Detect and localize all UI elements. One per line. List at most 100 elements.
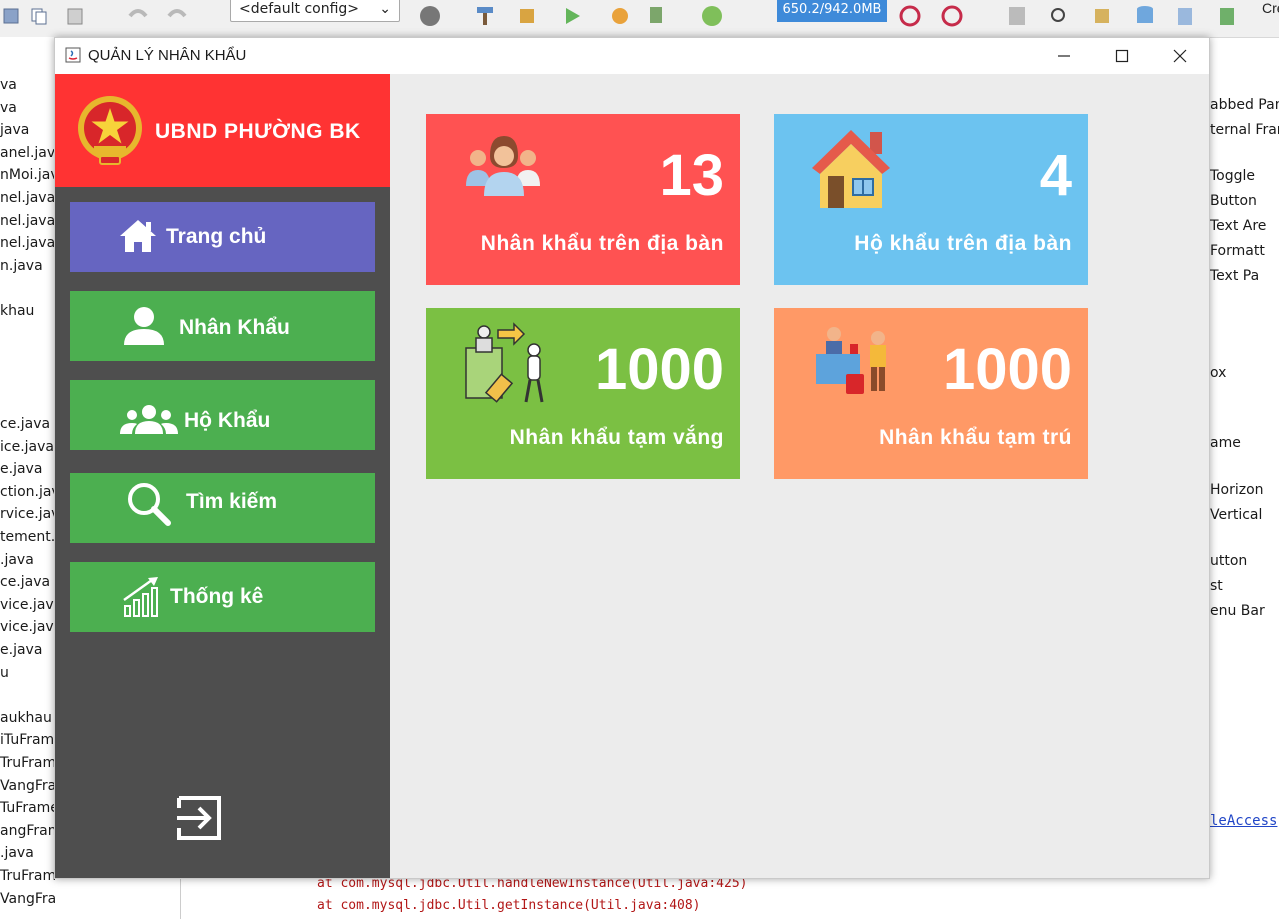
project-tree-item[interactable]: VangFrame.java: [0, 891, 56, 907]
project-tree-item[interactable]: TruFrame.java: [0, 868, 56, 884]
nav-item-statistics[interactable]: Thống kê: [70, 562, 375, 632]
project-tree-item[interactable]: angFrame: [0, 823, 56, 839]
chevron-down-icon: ⌄: [379, 1, 391, 17]
maximize-button[interactable]: [1093, 38, 1151, 74]
output-line: at com.mysql.jdbc.Util.getInstance(Util.…: [317, 898, 701, 913]
app-window: QUẢN LÝ NHÂN KHẨU UBND PHƯỜNG BK Trang c…: [54, 37, 1210, 879]
logout-icon: [177, 796, 221, 840]
project-tree-item[interactable]: nel.java: [0, 235, 55, 251]
project-tree-item[interactable]: khau: [0, 303, 34, 319]
gc-2-icon[interactable]: [940, 4, 964, 28]
project-tree-item[interactable]: ction.java: [0, 484, 56, 500]
logout-button[interactable]: [175, 794, 223, 842]
project-tree-item[interactable]: n.java: [0, 258, 43, 274]
find-icon[interactable]: [1047, 4, 1071, 28]
project-tree-item[interactable]: ice.java: [0, 439, 54, 455]
ide-palette-panel: abbed Pane ternal Fram Toggle Button Text Ar…: [1210, 85, 1279, 919]
project-tree-item[interactable]: e.java: [0, 642, 42, 658]
document-icon[interactable]: [1005, 4, 1029, 28]
nav-item-nhan-khau[interactable]: Nhân Khẩu: [70, 291, 375, 361]
project-tree-item[interactable]: iTuFram: [0, 732, 54, 748]
project-tree-item[interactable]: .java: [0, 845, 34, 861]
sidebar: UBND PHƯỜNG BK Trang chủ Nhân Khẩu Hộ Kh…: [55, 74, 390, 878]
paste-icon[interactable]: [63, 4, 87, 28]
brush-icon[interactable]: [1090, 4, 1114, 28]
palette-item[interactable]: Text Are: [1210, 218, 1266, 234]
close-button[interactable]: [1151, 38, 1209, 74]
toolbar-overflow-text: Cre: [1262, 0, 1279, 16]
project-tree-item[interactable]: java: [0, 122, 29, 138]
palette-item[interactable]: st: [1210, 578, 1223, 594]
palette-item[interactable]: ternal Fram: [1210, 122, 1279, 138]
person-icon: [122, 305, 166, 353]
stat-value: 4: [1039, 143, 1072, 208]
palette-item[interactable]: utton: [1210, 553, 1247, 569]
chart-icon: [122, 576, 166, 624]
spreadsheet-icon[interactable]: [1215, 4, 1239, 28]
palette-item[interactable]: Vertical: [1210, 507, 1262, 523]
project-tree-item[interactable]: aukhau: [0, 710, 52, 726]
project-tree-item[interactable]: nMoi.java: [0, 167, 56, 183]
palette-item[interactable]: Toggle: [1210, 168, 1255, 184]
project-tree-item[interactable]: .java: [0, 552, 34, 568]
palette-item[interactable]: Text Pa: [1210, 268, 1259, 284]
palette-item[interactable]: ame: [1210, 435, 1241, 451]
palette-item[interactable]: Horizon: [1210, 482, 1264, 498]
undo-icon[interactable]: [126, 4, 150, 28]
output-link[interactable]: leAccess: [1210, 813, 1277, 829]
project-tree-item[interactable]: e.java: [0, 461, 42, 477]
stat-card-households[interactable]: 4 Hộ khẩu trên địa bàn: [774, 114, 1088, 285]
minimize-button[interactable]: [1035, 38, 1093, 74]
nav-item-search[interactable]: Tìm kiếm: [70, 473, 375, 543]
project-tree-item[interactable]: ce.java [: [0, 574, 56, 590]
project-tree-item[interactable]: vice.java: [0, 619, 56, 635]
project-tree-item[interactable]: TuFrame.j: [0, 800, 56, 816]
gc-icon[interactable]: [898, 4, 922, 28]
close-icon: [1173, 49, 1187, 63]
globe-icon[interactable]: [418, 4, 442, 28]
search-icon: [126, 481, 172, 533]
project-tree-item[interactable]: vice.java: [0, 597, 56, 613]
stat-card-temporary-absence[interactable]: 1000 Nhân khẩu tạm vắng: [426, 308, 740, 479]
database-icon[interactable]: [1133, 4, 1157, 28]
project-tree-item[interactable]: tement.ja: [0, 529, 56, 545]
test-icon[interactable]: [648, 4, 672, 28]
palette-item[interactable]: enu Bar: [1210, 603, 1265, 619]
project-tree-item[interactable]: va: [0, 100, 17, 116]
group-icon: [118, 404, 180, 442]
palette-item[interactable]: Formatt: [1210, 243, 1265, 259]
project-tree-item[interactable]: nel.java [: [0, 190, 56, 206]
memory-meter[interactable]: 650.2/942.0MB: [777, 0, 887, 22]
nav-item-home[interactable]: Trang chủ: [70, 202, 375, 272]
project-tree-item[interactable]: ce.java: [0, 416, 50, 432]
reception-icon: [814, 324, 894, 407]
project-tree-item[interactable]: nel.java: [0, 213, 55, 229]
project-tree-item[interactable]: va: [0, 77, 17, 93]
project-tree-item[interactable]: rvice.java: [0, 506, 56, 522]
copy-icon[interactable]: [27, 4, 51, 28]
sidebar-header: UBND PHƯỜNG BK: [55, 74, 390, 187]
run-icon[interactable]: [560, 4, 584, 28]
project-tree-item[interactable]: TruFrame: [0, 755, 56, 771]
nav-item-label: Nhân Khẩu: [179, 316, 290, 339]
redo-icon[interactable]: [165, 4, 189, 28]
project-tree-item[interactable]: anel.java: [0, 145, 56, 161]
hammer-icon[interactable]: [473, 4, 497, 28]
palette-item[interactable]: Button: [1210, 193, 1257, 209]
project-tree-item[interactable]: u: [0, 665, 9, 681]
config-select[interactable]: <default config> ⌄: [230, 0, 400, 22]
debug-icon[interactable]: [608, 4, 632, 28]
config-select-value: <default config>: [239, 1, 360, 17]
clean-build-icon[interactable]: [515, 4, 539, 28]
pages-icon[interactable]: [1173, 4, 1197, 28]
stat-card-residents[interactable]: 13 Nhân khẩu trên địa bàn: [426, 114, 740, 285]
window-titlebar[interactable]: QUẢN LÝ NHÂN KHẨU: [55, 38, 1209, 74]
palette-item[interactable]: abbed Pane: [1210, 97, 1279, 113]
profile-icon[interactable]: [700, 4, 724, 28]
nav-item-ho-khau[interactable]: Hộ Khẩu: [70, 380, 375, 450]
project-tree-item[interactable]: VangFran: [0, 778, 56, 794]
nav-item-label: Trang chủ: [166, 225, 267, 248]
save-all-icon[interactable]: [0, 4, 24, 28]
palette-item[interactable]: ox: [1210, 365, 1226, 381]
stat-card-temporary-residence[interactable]: 1000 Nhân khẩu tạm trú: [774, 308, 1088, 479]
